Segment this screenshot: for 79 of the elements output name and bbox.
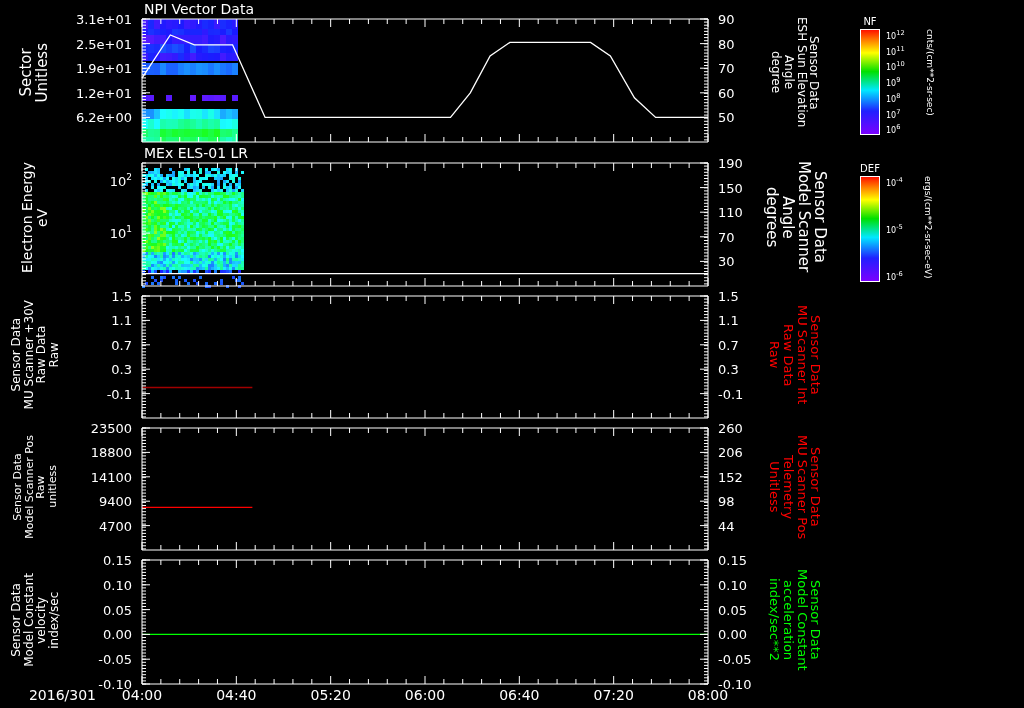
tick-label: 260 [718,421,743,436]
tick-label: 30 [718,254,735,270]
axis-label: Sensor Data ESH Sun Elevation Angle degree [769,17,821,128]
tick-label: -0.1 [106,386,132,402]
colorbar-tick-label: 10$^{9}$ [886,76,902,88]
colorbar-unit: ergs/(cm**2-sr-sec-eV) [922,176,933,279]
tick-label: 190 [718,156,743,171]
axis-label: Sensor Data Model Constant velocity index/sec [9,573,61,667]
tick-label: -0.05 [98,652,132,668]
tick-label: 0.7 [718,337,739,353]
tick-label: 10$^{2}$ [109,171,132,189]
tick-label: 0.15 [103,553,132,568]
tick-label: 150 [718,180,743,196]
tick-label: 6.2e+00 [75,110,132,126]
tick-label: 18800 [90,445,132,461]
tick-label: 98 [718,494,735,510]
tick-label: 0.05 [103,602,132,618]
tick-label: 152 [718,469,743,485]
tick-label: 1.9e+01 [75,61,132,77]
colorbar-tick-label: 10$^{11}$ [886,44,905,57]
tick-label: 1.5 [718,289,739,304]
colorbar-tick-label: 10$^{7}$ [886,107,902,120]
time-label: 05:20 [310,687,351,703]
tick-label: 10$^{1}$ [109,224,132,242]
tick-label: 0.15 [718,553,747,568]
tick-label: 23500 [90,421,132,436]
tick-label: 4700 [98,518,132,534]
time-label: 04:40 [216,687,257,703]
tick-label: 0.10 [718,577,747,593]
tick-label: 1.2e+01 [75,85,132,101]
tick-label: 0.3 [111,362,132,378]
axis-label: Sensor Data Model Scanner Angle degrees [763,161,827,273]
axis-label: Sector Unitless [19,42,51,103]
tick-label: -0.05 [718,652,752,668]
tick-label: 50 [718,110,735,126]
time-label: 06:00 [404,687,446,703]
colorbar-tick-label: 10$^{12}$ [886,29,905,41]
tick-label: 14100 [90,469,132,485]
axis-label: Sensor Data Model Scanner Pos Raw unitless [11,435,59,539]
tick-label: 60 [718,85,735,101]
colorbar-tick-label: 10$^{-6}$ [886,270,903,282]
time-label: 06:40 [499,687,540,703]
tick-label: 80 [718,36,735,52]
colorbar-tick-label: 10$^{6}$ [886,123,902,135]
tick-label: 0.00 [103,627,132,643]
axis-label: Sensor Data MU Scanner Pos Telemetry Unitless [767,434,823,540]
colorbar-unit: cnts/(cm**2-sr-sec) [924,29,935,116]
tick-label: 0.10 [103,577,132,593]
colorbar-title: DEF [860,163,880,175]
tick-label: 110 [718,205,743,221]
tick-label: -0.1 [718,386,744,402]
tick-label: 3.1e+01 [75,12,132,27]
colorbar-tick-label: 10$^{-4}$ [886,176,903,188]
tick-label: 70 [718,61,735,77]
panel-title: MEx ELS-01 LR [144,145,249,161]
colorbar-tick-label: 10$^{8}$ [886,91,902,104]
tick-label: 1.5 [111,289,132,304]
tick-label: 1.1 [111,313,132,329]
tick-label: 2.5e+01 [75,36,132,52]
tick-label: 1.1 [718,313,739,329]
tick-label: 9400 [98,494,132,510]
tick-label: 90 [718,12,735,27]
tick-label: 44 [718,518,735,534]
date-label: 2016/301 [28,687,96,703]
tick-label: 0.00 [718,627,747,643]
tick-label: 0.7 [111,337,132,353]
colorbar-tick-label: 10$^{10}$ [886,60,905,73]
axis-label: Sensor Data MU Scanner Int Raw Data Raw [767,305,823,405]
panel-title: NPI Vector Data [144,1,254,17]
tick-label: 206 [718,445,743,461]
time-label: 07:20 [593,687,634,703]
axis-label: Electron Energy eV [20,161,50,273]
colorbar-tick-label: 10$^{-5}$ [886,223,903,235]
axis-label: Sensor Data MU Scanner +30V Raw Data Raw [9,300,61,410]
axis-label: Sensor Data Model Constant acceleration index/sec**2 [767,569,823,671]
tick-label: 0.05 [718,602,747,618]
tick-label: 0.3 [718,362,739,378]
tick-label: 70 [718,229,735,245]
colorbar-title: NF [863,16,877,28]
